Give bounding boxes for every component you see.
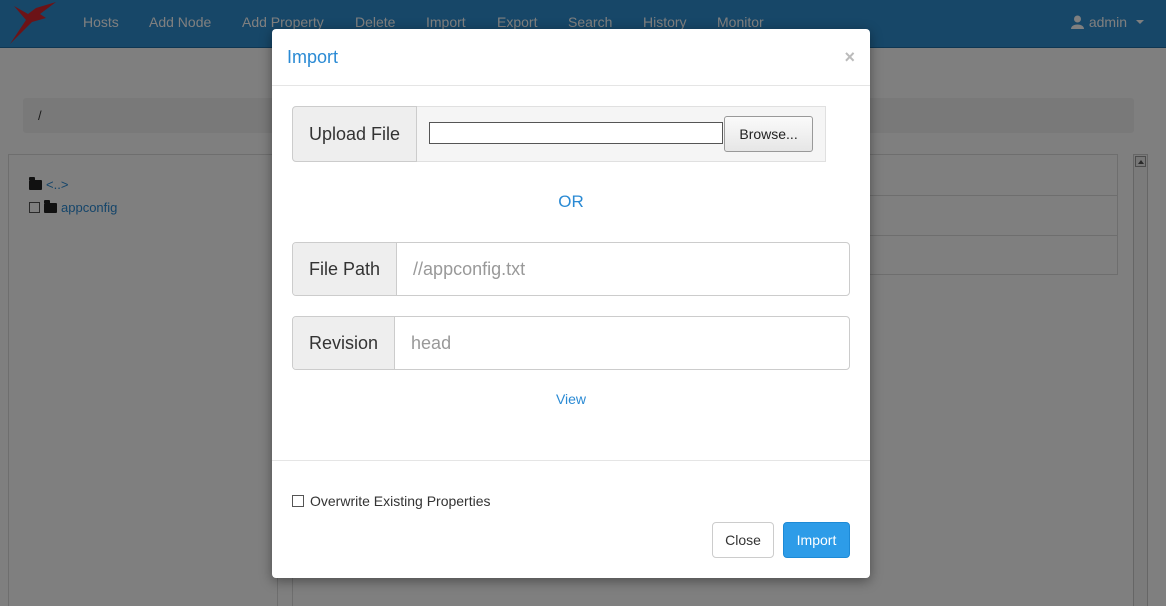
browse-button[interactable]: Browse... [724, 116, 814, 152]
modal-title: Import [287, 47, 339, 67]
revision-label: Revision [293, 317, 396, 369]
overwrite-option[interactable]: Overwrite Existing Properties [292, 493, 491, 509]
view-link[interactable]: View [272, 391, 870, 407]
close-button[interactable]: Close [712, 522, 774, 558]
modal-header: Import × [272, 29, 870, 86]
upload-file-label: Upload File [292, 106, 418, 162]
close-icon[interactable]: × [844, 47, 855, 68]
import-button[interactable]: Import [783, 522, 850, 558]
upload-file-group: Upload File Browse... [292, 106, 826, 162]
or-separator: OR [558, 192, 584, 211]
overwrite-checkbox[interactable] [292, 495, 304, 507]
modal-footer: Overwrite Existing Properties Close Impo… [272, 460, 870, 578]
revision-group: Revision head [292, 316, 850, 370]
file-path-label: File Path [293, 243, 398, 295]
file-path-group: File Path //appconfig.txt [292, 242, 850, 296]
overwrite-label: Overwrite Existing Properties [310, 493, 491, 509]
upload-area: Browse... [417, 106, 826, 162]
file-path-input[interactable]: //appconfig.txt [397, 243, 849, 295]
file-name-field[interactable] [429, 122, 724, 144]
import-dialog: Import × Upload File Browse... OR File P… [272, 29, 870, 578]
revision-input[interactable]: head [395, 317, 849, 369]
